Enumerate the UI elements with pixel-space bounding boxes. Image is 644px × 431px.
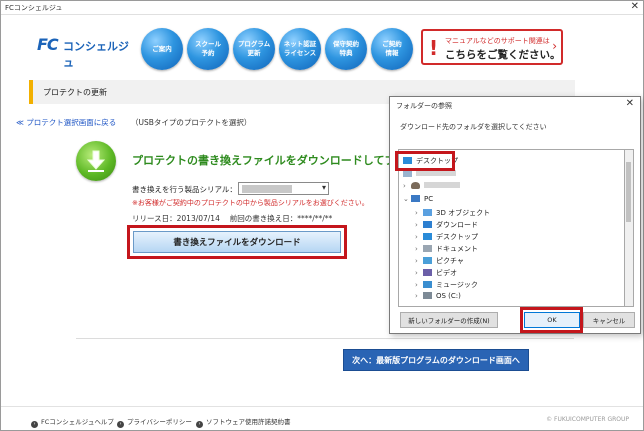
dialog-title: フォルダーの参照 — [396, 102, 452, 110]
dialog-instruction: ダウンロード先のフォルダを選択してください — [400, 123, 547, 131]
documents-icon — [423, 245, 432, 252]
help-icon: › — [31, 421, 38, 428]
tree-item-user[interactable]: › — [403, 182, 460, 194]
tree-item-music[interactable]: › ミュージック — [415, 280, 478, 292]
nav-maintenance-button[interactable]: 保守契約 特典 — [325, 28, 367, 70]
back-note: （USBタイプのプロテクトを選択） — [131, 118, 252, 127]
masked-label — [424, 182, 460, 188]
footer-privacy-link[interactable]: › プライバシーポリシー — [117, 416, 192, 428]
tree-item-os-drive[interactable]: › OS (C:) — [415, 292, 461, 304]
tree-item-label: 3D オブジェクト — [436, 209, 491, 217]
folder-tree[interactable]: デスクトップ › ⌄ PC › 3D オブジェクト › ダウンロード › デスクトップ … — [398, 149, 625, 307]
download-folder-icon — [423, 221, 432, 228]
chevron-right-icon: › — [415, 245, 418, 253]
next-button[interactable]: 次へ：最新版プログラムのダウンロード画面へ — [343, 349, 529, 371]
support-line1: マニュアルなどのサポート関連は — [445, 37, 550, 45]
chevron-right-icon: › — [415, 281, 418, 289]
tree-item-pc[interactable]: ⌄ PC — [403, 195, 433, 207]
release-info: リリース日：2013/07/14 前回の書き換え日：****/**/** — [132, 214, 333, 223]
chevron-right-icon: › — [415, 221, 418, 229]
download-arrow-icon — [76, 141, 116, 181]
folder-browse-dialog: フォルダーの参照 ✕ ダウンロード先のフォルダを選択してください デスクトップ … — [389, 96, 641, 334]
nav-program-update-button[interactable]: プログラム 更新 — [233, 28, 275, 70]
music-icon — [423, 281, 432, 288]
serial-warning: ※お客様がご契約中のプロテクトの中から製品シリアルをお選びください。 — [132, 199, 369, 207]
highlight-ok — [520, 307, 583, 333]
close-icon[interactable]: ✕ — [631, 1, 639, 12]
license-icon: › — [196, 421, 203, 428]
nav-guide-button[interactable]: ご案内 — [141, 28, 183, 70]
back-link[interactable]: ≪ プロテクト選択画面に戻る — [16, 117, 116, 128]
chevron-right-icon: › — [415, 257, 418, 265]
chevron-right-icon: › — [415, 292, 418, 300]
copyright: © FUKUICOMPUTER GROUP — [546, 416, 629, 423]
alert-icon: ! — [429, 36, 439, 60]
3d-objects-icon — [423, 209, 432, 216]
chevron-right-icon: › — [552, 39, 557, 53]
chevron-down-icon: ⌄ — [403, 195, 409, 203]
tree-scrollbar[interactable] — [625, 149, 634, 307]
nav-contract-button[interactable]: ご契約 情報 — [371, 28, 413, 70]
divider — [76, 338, 574, 339]
scrollbar-thumb[interactable] — [626, 162, 631, 222]
tree-item-videos[interactable]: › ビデオ — [415, 268, 457, 280]
tree-item-label: ドキュメント — [436, 245, 478, 253]
tree-item-label: OS (C:) — [436, 292, 461, 300]
serial-value-masked — [242, 185, 292, 193]
chevron-right-icon: › — [415, 233, 418, 241]
section-title: プロテクトの更新 — [43, 88, 107, 97]
title-bar: FCコンシェルジュ ✕ — [1, 1, 643, 15]
cancel-button[interactable]: キャンセル — [583, 312, 635, 328]
tree-item-label: ビデオ — [436, 269, 457, 277]
dialog-close-icon[interactable]: ✕ — [626, 98, 634, 109]
support-banner[interactable]: ! マニュアルなどのサポート関連は こちらをご覧ください。 › — [421, 29, 563, 65]
tree-item-desktop[interactable]: › デスクトップ — [415, 232, 478, 244]
tree-item-onedrive-muted[interactable] — [403, 170, 456, 182]
videos-icon — [423, 269, 432, 276]
footer-privacy-label: プライバシーポリシー — [127, 418, 192, 426]
chevron-down-icon: ▾ — [321, 183, 326, 192]
footer-license-link[interactable]: › ソフトウェア使用許諾契約書 — [196, 416, 291, 428]
footer-help-label: FCコンシェルジュヘルプ — [41, 418, 114, 426]
tree-item-label: PC — [424, 195, 434, 203]
tree-item-label: ミュージック — [436, 281, 478, 289]
tree-item-pictures[interactable]: › ピクチャ — [415, 256, 464, 268]
tree-item-label: ピクチャ — [436, 257, 464, 265]
pc-icon — [411, 195, 420, 202]
tree-item-documents[interactable]: › ドキュメント — [415, 244, 478, 256]
pictures-icon — [423, 257, 432, 264]
window-title: FCコンシェルジュ — [5, 4, 63, 12]
footer-license-label: ソフトウェア使用許諾契約書 — [206, 418, 291, 426]
highlight-desktop — [395, 151, 455, 171]
user-icon — [411, 182, 420, 189]
tree-item-label: ダウンロード — [436, 221, 478, 229]
logo-name: コンシェルジュ — [63, 40, 129, 69]
serial-select[interactable]: ▾ — [238, 182, 329, 195]
nav-school-button[interactable]: スクール 予約 — [187, 28, 229, 70]
support-line2: こちらをご覧ください。 — [445, 49, 561, 61]
privacy-icon: › — [117, 421, 124, 428]
serial-label: 書き換えを行う製品シリアル： — [132, 185, 237, 194]
cloud-icon — [403, 170, 412, 177]
tree-item-downloads[interactable]: › ダウンロード — [415, 220, 478, 232]
tree-item-label: デスクトップ — [436, 233, 478, 241]
new-folder-button[interactable]: 新しいフォルダーの作成(N) — [400, 312, 498, 328]
footer-help-link[interactable]: › FCコンシェルジュヘルプ — [31, 416, 114, 428]
nav-license-button[interactable]: ネット認証 ライセンス — [279, 28, 321, 70]
download-file-button[interactable]: 書き換えファイルをダウンロード — [133, 231, 341, 253]
footer: › FCコンシェルジュヘルプ › プライバシーポリシー › ソフトウェア使用許諾契約書… — [1, 406, 643, 430]
logo-mark: FC — [37, 35, 59, 54]
fc-logo[interactable]: FC コンシェルジュ — [37, 35, 137, 69]
chevron-right-icon: › — [415, 269, 418, 277]
chevron-right-icon: › — [415, 209, 418, 217]
chevron-right-icon: › — [403, 182, 406, 190]
drive-icon — [423, 292, 432, 299]
desktop-icon — [423, 233, 432, 240]
tree-item-3d[interactable]: › 3D オブジェクト — [415, 208, 490, 220]
